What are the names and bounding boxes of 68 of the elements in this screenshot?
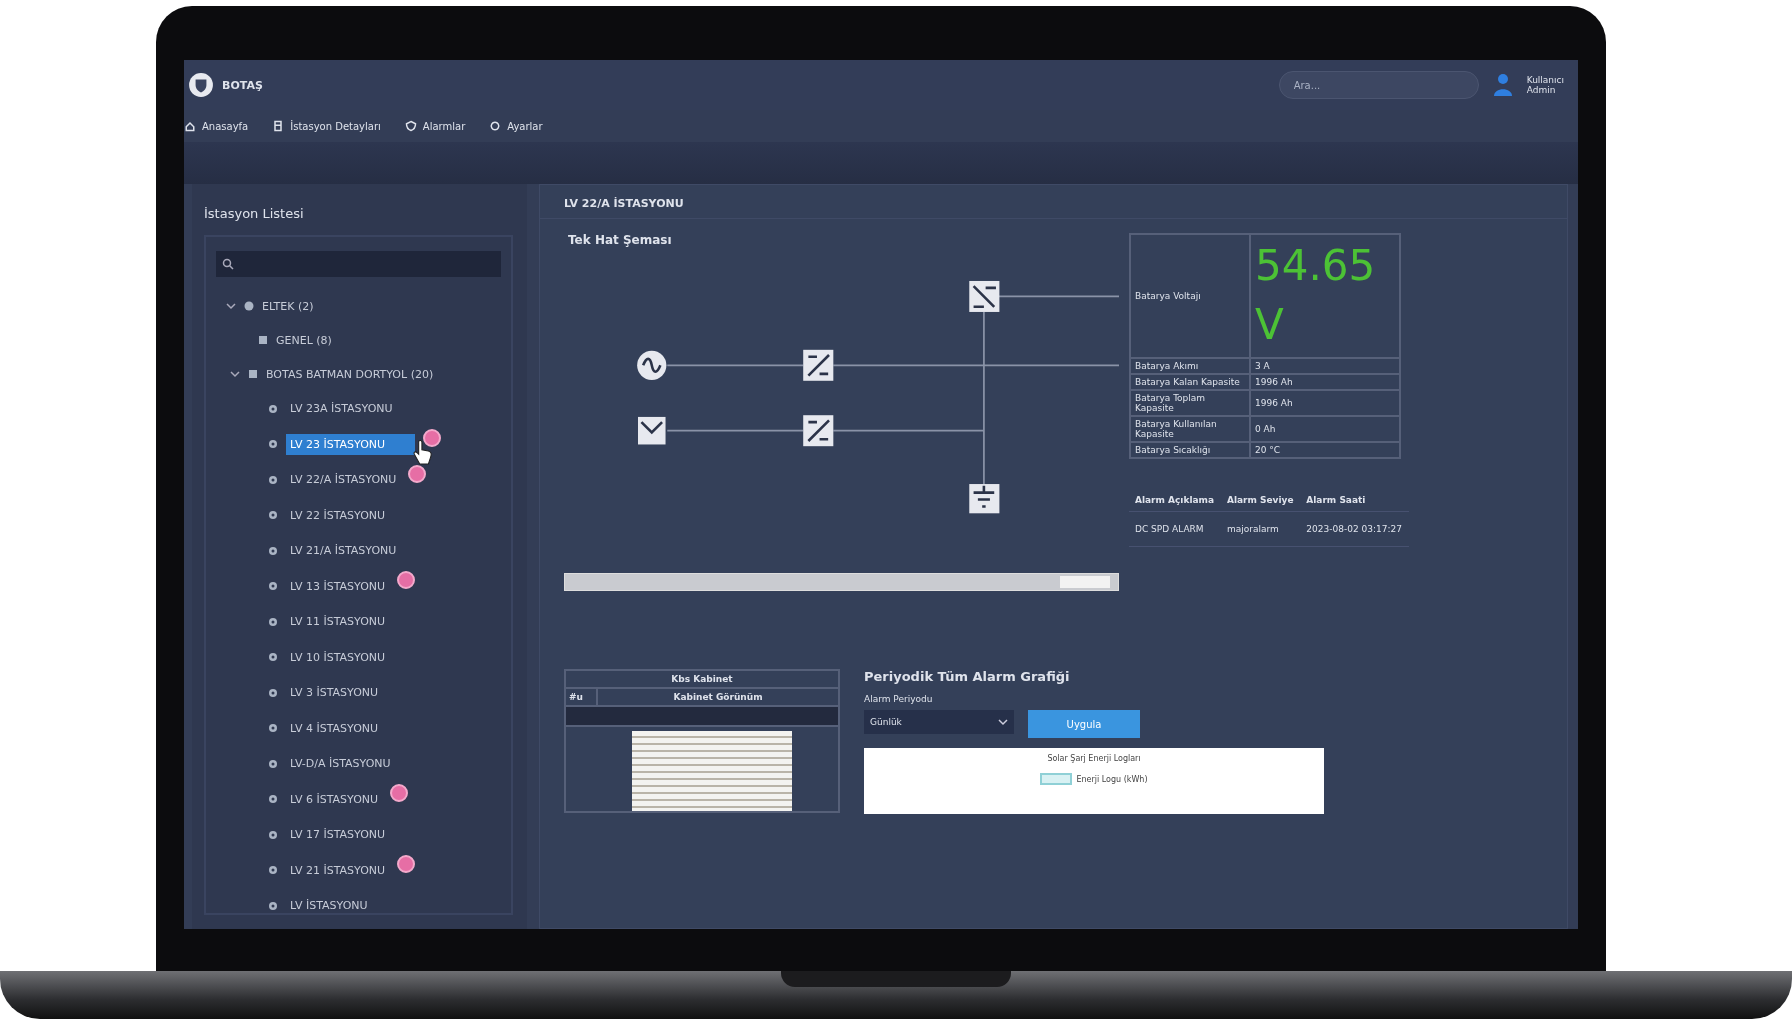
station-item[interactable]: LV 23 İSTASYONU [286, 433, 416, 455]
table-cell: 0 Ah [1250, 415, 1400, 442]
user-role: Admin [1526, 85, 1557, 95]
table-cell: 2023-08-02 03:17:27 [1300, 511, 1409, 547]
column-header: #u [566, 689, 598, 705]
table-cell: Batarya Akımı [1130, 357, 1250, 374]
column-header: Kabinet Görünüm [672, 691, 764, 704]
station-item[interactable]: LV 3 İSTASYONU [286, 683, 383, 703]
table-cell: majoralarm [1220, 511, 1301, 547]
table-cell: Batarya Toplam Kapasite [1130, 389, 1250, 416]
period-label: Alarm Periyodu [864, 694, 934, 704]
station-item[interactable]: LV-D/A İSTASYONU [286, 754, 395, 774]
building-icon [248, 369, 258, 379]
tree-search-field[interactable] [216, 251, 501, 277]
station-item[interactable]: LV İSTASYONU [286, 896, 372, 913]
user-name: Kullanıcı [1526, 75, 1564, 85]
station-item[interactable]: LV 11 İSTASYONU [286, 612, 390, 632]
nav-link[interactable]: Ayarlar [489, 120, 543, 132]
chart-title: Solar Şarj Enerji Logları [1047, 754, 1141, 763]
nav-link[interactable]: İstasyon Detayları [272, 120, 381, 132]
user-avatar-icon[interactable] [1492, 73, 1513, 97]
search-field[interactable]: Ara... [1278, 71, 1479, 99]
column-header: Alarm Açıklama [1129, 488, 1221, 512]
brand-name: BOTAŞ [222, 78, 263, 92]
table-cell: Batarya Voltajı [1130, 234, 1250, 358]
tree-node[interactable]: BOTAS BATMAN DORTYOL (20) [216, 357, 501, 391]
station-item[interactable]: LV 13 İSTASYONU [286, 576, 390, 596]
chart-section-title: Periyodik Tüm Alarm Grafiği [864, 669, 1071, 684]
nav-link[interactable]: Anasayfa [184, 120, 249, 132]
server-icon [272, 120, 285, 132]
column-header: Alarm Saati [1300, 488, 1409, 512]
station-item[interactable]: LV 23A İSTASYONU [286, 399, 397, 419]
cabinet-table-title: Kbs Kabinet [566, 671, 838, 689]
station-item[interactable]: LV 22/A İSTASYONU [286, 470, 401, 490]
shield-logo-icon [188, 72, 214, 98]
table-cell: 1996 Ah [1250, 389, 1400, 416]
station-item[interactable]: LV 6 İSTASYONU [286, 789, 383, 809]
station-item[interactable]: LV 10 İSTASYONU [286, 647, 390, 667]
hand-cursor-icon [412, 438, 434, 465]
station-item[interactable]: LV 21 İSTASYONU [286, 860, 390, 880]
table-cell: Batarya Kalan Kapasite [1130, 373, 1250, 390]
search-icon [222, 258, 234, 270]
table-cell: DC SPD ALARM [1129, 511, 1221, 547]
table-cell: 3 A [1250, 357, 1400, 374]
station-item[interactable]: LV 21/A İSTASYONU [286, 541, 401, 561]
table-cell: Batarya Sıcaklığı [1130, 441, 1250, 458]
shield-icon [404, 120, 417, 132]
tree-node[interactable]: GENEL (8) [216, 323, 501, 357]
station-item[interactable]: LV 22 İSTASYONU [286, 505, 390, 525]
chevron-down-icon [998, 717, 1008, 727]
table-cell: 1996 Ah [1250, 373, 1400, 390]
horizontal-scrollbar[interactable] [564, 573, 1119, 591]
legend-label: Enerji Logu (kWh) [1076, 774, 1148, 784]
nav-link[interactable]: Alarmlar [404, 120, 466, 132]
table-cell: 20 °C [1250, 441, 1400, 458]
home-icon [184, 120, 196, 132]
legend-swatch-icon [1040, 773, 1073, 785]
station-title: LV 22/A İSTASYONU [540, 197, 1567, 219]
table-cell: 54.65 V [1250, 234, 1400, 358]
diagram-title: Tek Hat Şeması [568, 233, 673, 247]
period-dropdown[interactable]: Günlük [864, 710, 1014, 734]
station-item[interactable]: LV 4 İSTASYONU [286, 718, 383, 738]
building-icon [258, 335, 268, 345]
table-cell: Batarya Kullanılan Kapasite [1130, 415, 1250, 442]
station-item[interactable]: LV 17 İSTASYONU [286, 825, 390, 845]
column-header: Alarm Seviye [1220, 488, 1301, 512]
tree-node[interactable]: ELTEK (2) [216, 289, 501, 323]
sidebar-title: İstasyon Listesi [204, 206, 305, 221]
